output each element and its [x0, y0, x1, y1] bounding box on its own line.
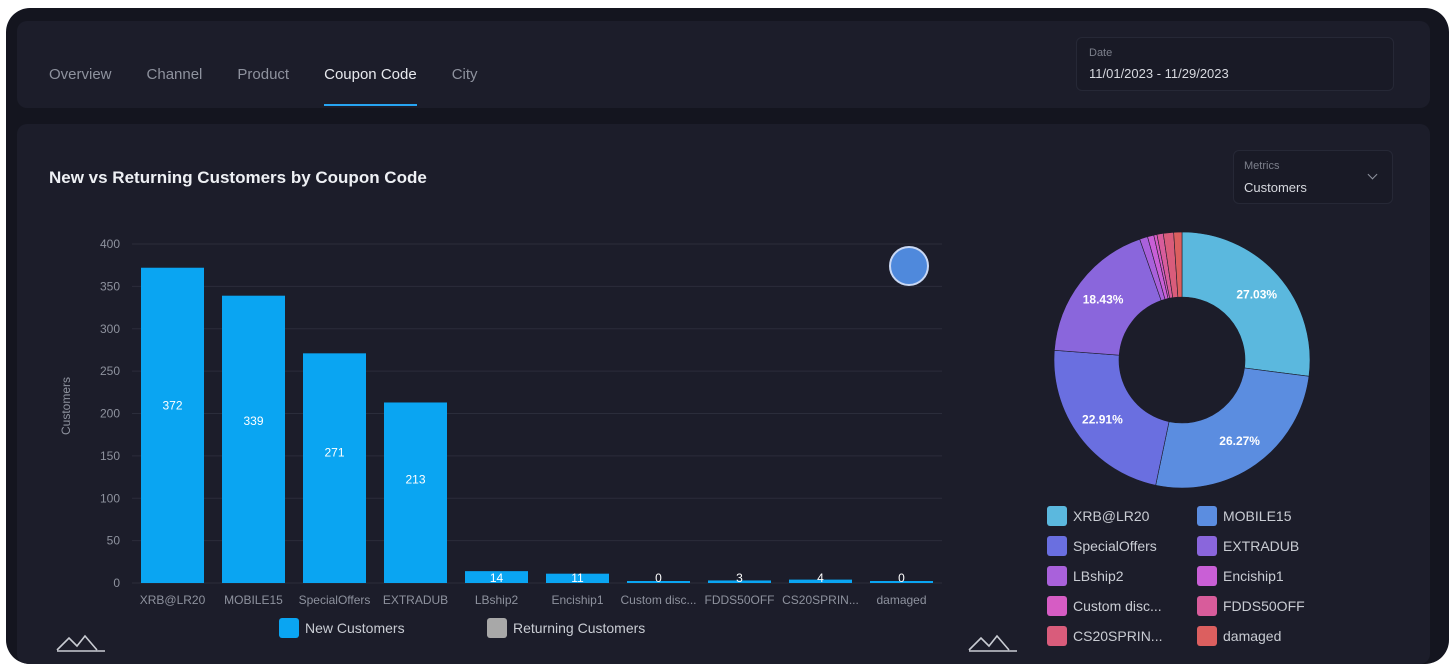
app-frame: Overview Channel Product Coupon Code Cit…: [6, 8, 1449, 664]
legend-swatch: [1047, 536, 1067, 556]
legend-label: XRB@LR20: [1073, 508, 1150, 524]
x-tick-label: XRB@LR20: [140, 593, 206, 607]
donut-slice[interactable]: [1181, 231, 1311, 377]
y-tick-label: 100: [100, 491, 120, 505]
bar-data-label: 372: [162, 399, 182, 413]
x-tick-label: CS20SPRIN...: [782, 593, 859, 607]
tab-coupon-code[interactable]: Coupon Code: [324, 21, 417, 108]
legend-label-new: New Customers: [305, 620, 405, 636]
floating-action-bubble[interactable]: [889, 246, 929, 286]
legend-swatch-returning: [487, 618, 507, 638]
legend-label: damaged: [1223, 628, 1282, 644]
legend-swatch: [1197, 596, 1217, 616]
bar-data-label: 0: [655, 571, 662, 585]
bar-data-label: 271: [324, 446, 344, 460]
x-tick-label: Enciship1: [551, 593, 603, 607]
tab-overview[interactable]: Overview: [49, 21, 112, 108]
legend-swatch: [1197, 566, 1217, 586]
donut-legend-item[interactable]: SpecialOffers: [1047, 536, 1157, 556]
legend-swatch: [1047, 626, 1067, 646]
legend-label: Enciship1: [1223, 568, 1284, 584]
donut-legend-item[interactable]: MOBILE15: [1197, 506, 1291, 526]
legend-label: CS20SPRIN...: [1073, 628, 1163, 644]
bar-data-label: 11: [571, 571, 584, 585]
y-tick-label: 250: [100, 364, 120, 378]
donut-legend-item[interactable]: XRB@LR20: [1047, 506, 1149, 526]
chart-panel: New vs Returning Customers by Coupon Cod…: [17, 124, 1430, 664]
legend-new-customers[interactable]: New Customers: [279, 618, 405, 638]
x-tick-label: MOBILE15: [224, 593, 283, 607]
x-tick-label: EXTRADUB: [383, 593, 448, 607]
legend-swatch: [1047, 596, 1067, 616]
donut-legend-item[interactable]: damaged: [1197, 626, 1281, 646]
donut-legend-item[interactable]: CS20SPRIN...: [1047, 626, 1162, 646]
tab-city[interactable]: City: [452, 21, 478, 108]
donut-legend-item[interactable]: FDDS50OFF: [1197, 596, 1305, 616]
top-navigation-bar: Overview Channel Product Coupon Code Cit…: [17, 21, 1430, 108]
y-tick-label: 350: [100, 279, 120, 293]
tab-channel[interactable]: Channel: [147, 21, 203, 108]
legend-label: LBship2: [1073, 568, 1124, 584]
date-range-picker[interactable]: Date 11/01/2023 - 11/29/2023: [1076, 37, 1394, 91]
legend-returning-customers[interactable]: Returning Customers: [487, 618, 645, 638]
legend-label: EXTRADUB: [1223, 538, 1300, 554]
slice-label: 27.03%: [1236, 287, 1277, 301]
tab-product[interactable]: Product: [237, 21, 289, 108]
legend-swatch-new: [279, 618, 299, 638]
bar[interactable]: [384, 402, 447, 583]
date-label: Date: [1089, 47, 1113, 59]
legend-label: FDDS50OFF: [1223, 598, 1305, 614]
slice-label: 26.27%: [1219, 434, 1260, 448]
slice-label: 22.91%: [1082, 413, 1123, 427]
bar-data-label: 339: [243, 414, 263, 428]
bar-data-label: 0: [898, 571, 905, 585]
bar-data-label: 14: [490, 571, 504, 585]
y-axis-title: Customers: [59, 377, 73, 435]
x-tick-label: FDDS50OFF: [704, 593, 774, 607]
legend-swatch: [1197, 536, 1217, 556]
bar[interactable]: [141, 267, 204, 583]
tab-list: Overview Channel Product Coupon Code Cit…: [49, 21, 513, 108]
x-tick-label: LBship2: [475, 593, 519, 607]
x-tick-label: damaged: [876, 593, 926, 607]
y-tick-label: 300: [100, 322, 120, 336]
y-tick-label: 150: [100, 449, 120, 463]
brand-logo-icon: [56, 634, 105, 652]
y-tick-label: 200: [100, 407, 120, 421]
bar-data-label: 3: [736, 571, 743, 585]
donut-legend-item[interactable]: Enciship1: [1197, 566, 1284, 586]
legend-swatch: [1047, 566, 1067, 586]
legend-swatch: [1047, 506, 1067, 526]
slice-label: 18.43%: [1083, 292, 1124, 306]
donut-legend-item[interactable]: LBship2: [1047, 566, 1124, 586]
date-value: 11/01/2023 - 11/29/2023: [1089, 66, 1229, 81]
y-tick-label: 50: [107, 534, 121, 548]
donut-legend-item[interactable]: Custom disc...: [1047, 596, 1162, 616]
bar-data-label: 213: [405, 473, 425, 487]
x-tick-label: SpecialOffers: [299, 593, 371, 607]
legend-label: Custom disc...: [1073, 598, 1162, 614]
bar[interactable]: [303, 353, 366, 583]
y-tick-label: 400: [100, 237, 120, 251]
y-tick-label: 0: [113, 576, 120, 590]
legend-label-returning: Returning Customers: [513, 620, 646, 636]
donut-legend-item[interactable]: EXTRADUB: [1197, 536, 1299, 556]
legend-label: MOBILE15: [1223, 508, 1292, 524]
legend-swatch: [1197, 506, 1217, 526]
brand-logo-icon: [968, 634, 1017, 652]
legend-label: SpecialOffers: [1073, 538, 1157, 554]
bar[interactable]: [222, 295, 285, 583]
legend-swatch: [1197, 626, 1217, 646]
bar-data-label: 4: [817, 571, 824, 585]
donut-slice[interactable]: [1155, 367, 1310, 489]
x-tick-label: Custom disc...: [620, 593, 696, 607]
